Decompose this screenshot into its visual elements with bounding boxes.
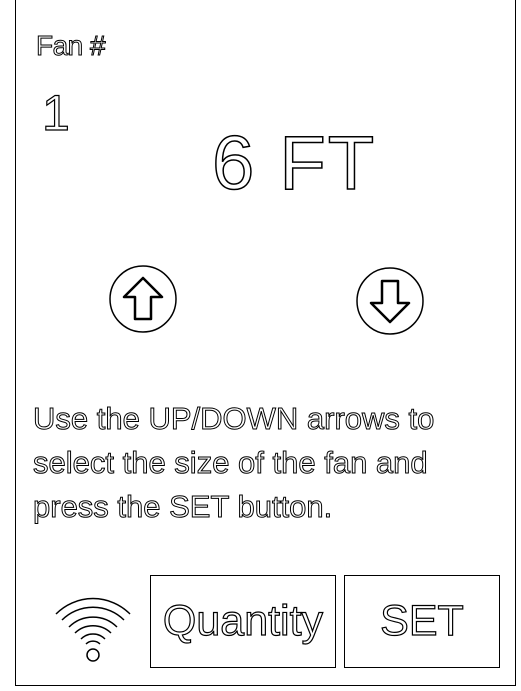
quantity-button[interactable]: Quantity xyxy=(150,575,336,668)
fan-number: 1 xyxy=(41,84,70,141)
fan-size-screen: Fan # 1 6 FT Use the UP/DOWN arrows to s… xyxy=(15,0,516,686)
size-down-button[interactable] xyxy=(355,266,425,336)
fan-label: Fan # xyxy=(35,30,106,62)
fan-size-value: 6 FT xyxy=(211,120,377,207)
instructions-line-3: press the SET button. xyxy=(33,489,333,525)
arrow-up-circle-icon xyxy=(109,265,177,333)
size-up-button[interactable] xyxy=(108,264,178,334)
arrow-down-circle-icon xyxy=(356,267,424,335)
instructions-line-2: select the size of the fan and xyxy=(33,445,429,481)
instructions-line-1: Use the UP/DOWN arrows to xyxy=(33,401,435,437)
wifi-icon xyxy=(50,584,136,664)
set-button[interactable]: SET xyxy=(344,575,500,668)
instructions-text: Use the UP/DOWN arrows to select the siz… xyxy=(33,397,521,529)
